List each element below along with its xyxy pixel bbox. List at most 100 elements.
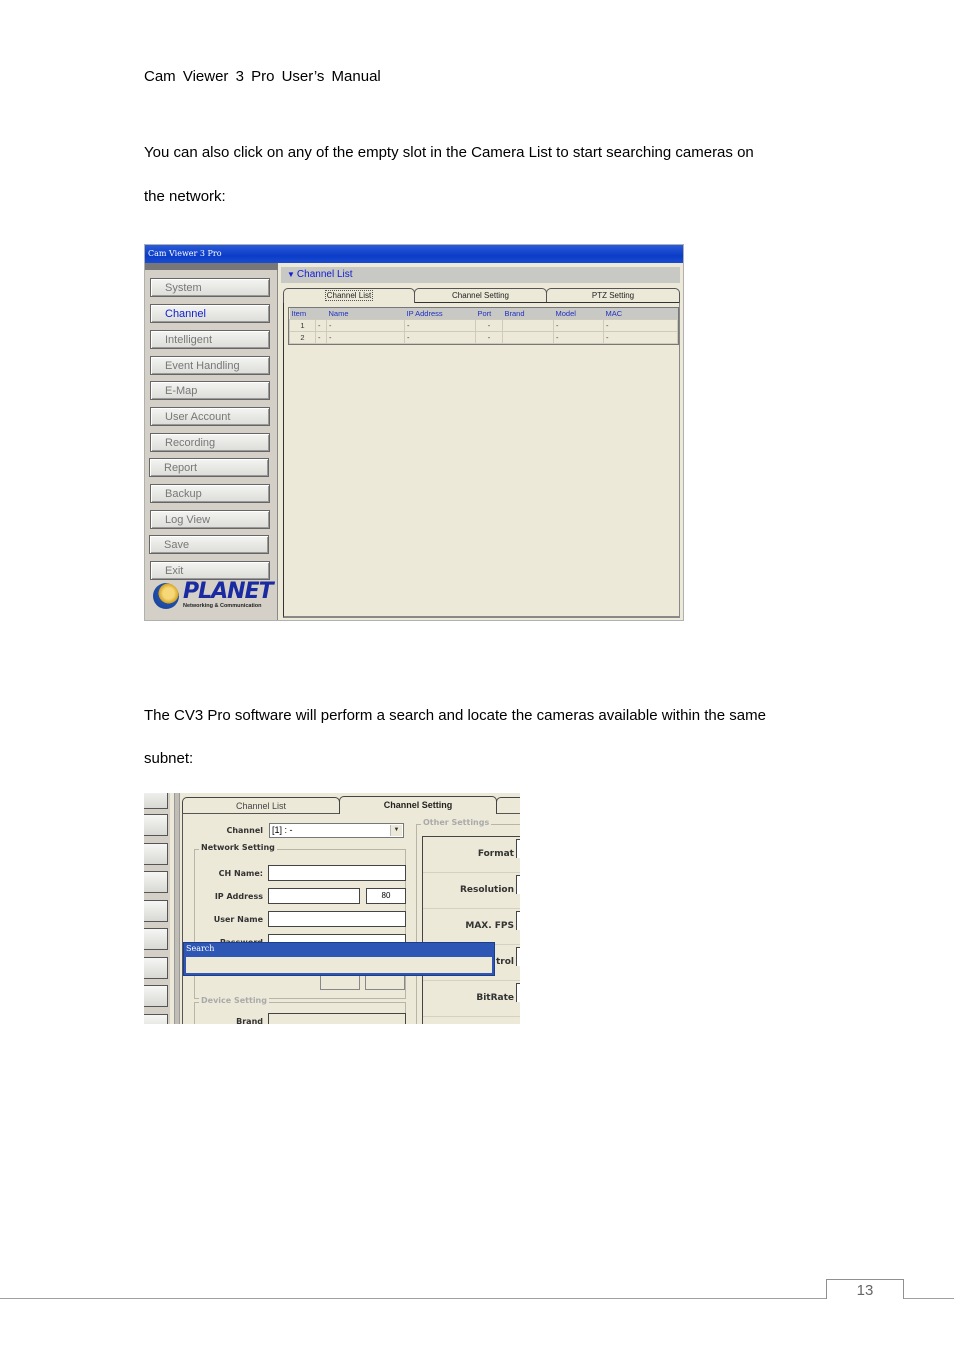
table-cell: -: [553, 319, 604, 332]
tab-channel-setting[interactable]: Channel Setting: [414, 288, 547, 302]
table-row[interactable]: 1 - - - - - -: [289, 319, 678, 332]
resolution-field[interactable]: [516, 875, 520, 894]
sidebar-item-label: Event Handling: [165, 360, 240, 372]
paragraph-1-line-1: You can also click on any of the empty s…: [144, 144, 754, 161]
page-number: 13: [826, 1279, 904, 1299]
tab-channel-list[interactable]: Channel List: [283, 288, 415, 303]
ch-name-input[interactable]: [268, 865, 406, 881]
paragraph-2-line-2: subnet:: [144, 750, 194, 767]
sidebar-top-bar: [145, 263, 278, 270]
control-label: trol: [495, 957, 514, 967]
main-panel: ▼ Channel List Channel List Channel Setti…: [281, 267, 681, 619]
channel-table: Item Name IP Address Port Brand Model MA…: [288, 307, 679, 345]
sidebar-button[interactable]: [144, 814, 168, 836]
sidebar-item-event-handling[interactable]: Event Handling: [150, 356, 270, 375]
format-field[interactable]: [516, 839, 520, 858]
column-header[interactable]: Model: [553, 308, 604, 320]
sidebar-button[interactable]: [144, 900, 168, 922]
tab-ptz-setting[interactable]: PTZ Setting: [546, 288, 680, 302]
sidebar-item-label: Channel: [165, 308, 206, 320]
channel-label: Channel: [226, 826, 263, 835]
table-cell: 2: [289, 331, 316, 344]
sidebar-item-recording[interactable]: Recording: [150, 433, 270, 452]
sidebar-item-report[interactable]: Report: [149, 458, 269, 477]
table-cell: -: [475, 319, 503, 332]
sidebar-item-label: Log View: [165, 514, 211, 526]
planet-logo: PLANET Networking & Communication: [153, 579, 274, 615]
column-header[interactable]: Item: [289, 308, 316, 320]
sidebar-item-backup[interactable]: Backup: [150, 484, 270, 503]
logo-text: PLANET: [183, 579, 274, 604]
port-input[interactable]: 80: [366, 888, 406, 904]
channel-list-screenshot: Cam Viewer 3 Pro System Channel Intellig…: [144, 244, 684, 621]
bitrate-field[interactable]: [516, 983, 520, 1002]
chevron-down-icon[interactable]: ▼: [390, 825, 402, 836]
channel-select-value: [1] : -: [272, 825, 293, 835]
sidebar-item-user-account[interactable]: User Account: [150, 407, 270, 426]
table-cell: -: [603, 331, 678, 344]
brand-label: Brand: [236, 1017, 263, 1024]
tab-ptz-setting[interactable]: [496, 797, 520, 813]
max-fps-field[interactable]: [516, 911, 520, 930]
sidebar-button[interactable]: [144, 1014, 168, 1024]
table-cell: -: [553, 331, 604, 344]
table-cell: [502, 319, 554, 332]
table-cell: -: [404, 319, 476, 332]
table-cell: -: [315, 331, 327, 344]
globe-icon: [153, 583, 179, 609]
column-header[interactable]: Brand: [502, 308, 554, 320]
sidebar-button[interactable]: [144, 985, 168, 1007]
window-titlebar: Cam Viewer 3 Pro: [145, 245, 683, 263]
column-header[interactable]: Name: [326, 308, 405, 320]
tab-bar: Channel List Channel Setting: [182, 796, 520, 814]
search-dialog: Search: [183, 942, 495, 976]
sidebar-item-e-map[interactable]: E-Map: [150, 381, 270, 400]
sidebar-item-label: Report: [164, 462, 198, 474]
sidebar-item-channel[interactable]: Channel: [150, 304, 270, 323]
sidebar-item-system[interactable]: System: [150, 278, 270, 297]
collapse-chevron-icon[interactable]: ▼: [287, 270, 295, 279]
max-fps-row: MAX. FPS: [423, 909, 520, 945]
column-header[interactable]: Port: [475, 308, 503, 320]
other-settings-box: Format Resolution MAX. FPS trol BitRate: [422, 836, 520, 1024]
sidebar-button[interactable]: [144, 957, 168, 979]
sidebar-item-label: Recording: [165, 437, 216, 449]
control-field[interactable]: [516, 947, 520, 966]
channel-select[interactable]: [1] : - ▼: [269, 823, 404, 838]
table-row[interactable]: 2 - - - - - -: [289, 331, 678, 344]
search-dialog-title: Search: [186, 944, 215, 953]
splitter[interactable]: [174, 793, 180, 1024]
section-header: ▼ Channel List: [281, 267, 680, 283]
document-header: Cam Viewer 3 Pro User’s Manual: [144, 68, 381, 85]
column-header[interactable]: [315, 308, 327, 320]
tab-channel-setting[interactable]: Channel Setting: [339, 796, 497, 814]
sidebar-item-intelligent[interactable]: Intelligent: [150, 330, 270, 349]
ip-address-input[interactable]: [268, 888, 360, 904]
sidebar-button[interactable]: [144, 928, 168, 950]
sidebar-button[interactable]: [144, 871, 168, 893]
sidebar-item-label: Exit: [165, 565, 184, 577]
sidebar-item-exit[interactable]: Exit: [150, 561, 270, 580]
sidebar-button[interactable]: [144, 843, 168, 865]
user-name-input[interactable]: [268, 911, 406, 927]
column-header[interactable]: IP Address: [404, 308, 476, 320]
bitrate-row: BitRate: [423, 981, 520, 1017]
table-cell: -: [404, 331, 476, 344]
sidebar-item-save[interactable]: Save: [149, 535, 269, 554]
sidebar-item-label: Backup: [165, 488, 202, 500]
brand-input[interactable]: [268, 1013, 406, 1024]
sidebar-button[interactable]: [144, 793, 168, 809]
table-cell: [502, 331, 554, 344]
sidebar-strip: [144, 793, 170, 1024]
sidebar-item-log-view[interactable]: Log View: [150, 510, 270, 529]
table-header-row: Item Name IP Address Port Brand Model MA…: [289, 308, 678, 320]
sidebar-item-label: System: [165, 282, 202, 294]
footer-divider: [0, 1298, 954, 1299]
network-setting-group: Network Setting CH Name: IP Address 80 U…: [194, 843, 406, 999]
column-header[interactable]: MAC: [603, 308, 678, 320]
other-settings-legend: Other Settings: [421, 818, 492, 827]
format-row: Format: [423, 837, 520, 873]
ch-name-label: CH Name:: [218, 869, 263, 878]
sidebar-item-label: E-Map: [165, 385, 198, 397]
tab-channel-list[interactable]: Channel List: [182, 797, 340, 813]
